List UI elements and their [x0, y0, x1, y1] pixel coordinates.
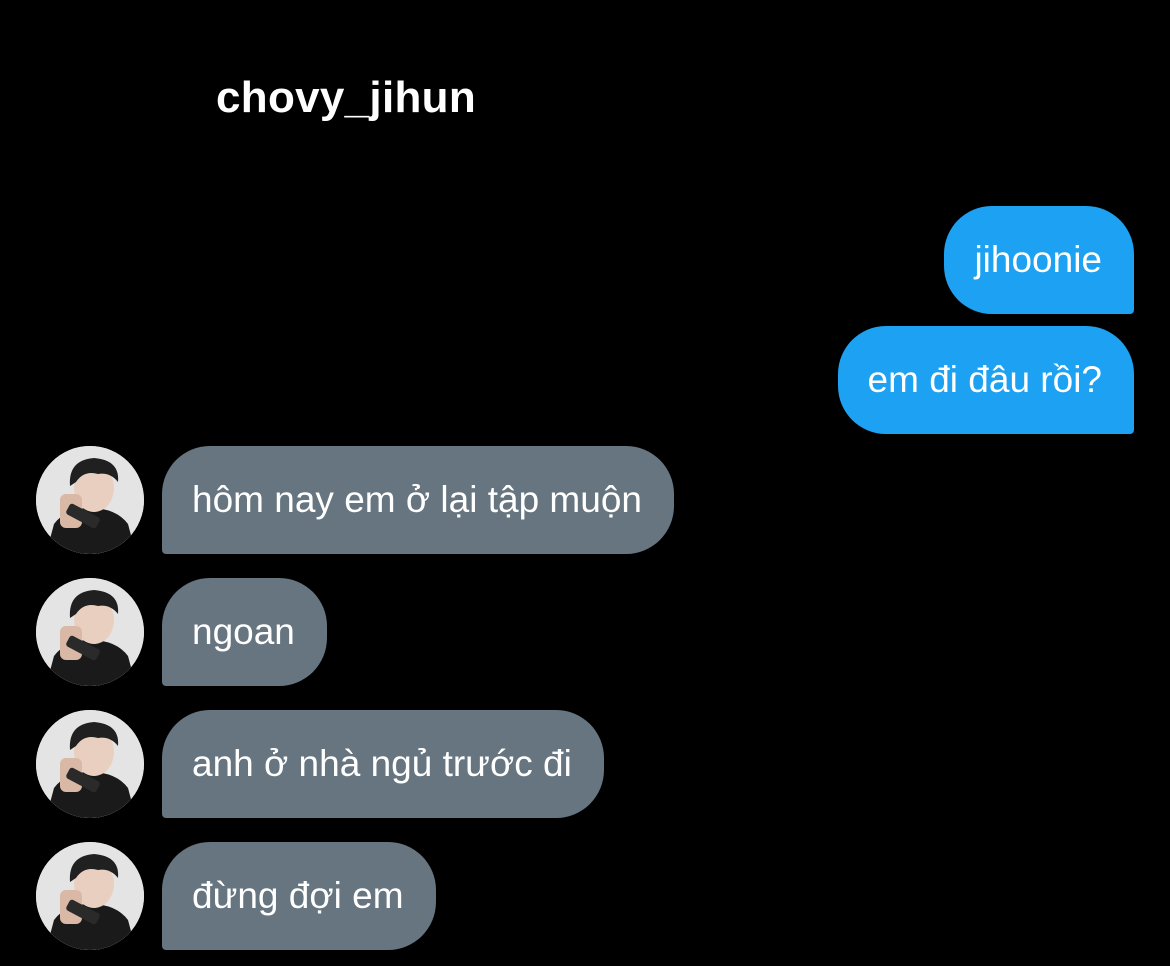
- message-bubble-incoming[interactable]: đừng đợi em: [162, 842, 436, 950]
- message-text: anh ở nhà ngủ trước đi: [192, 743, 572, 784]
- message-text: em đi đâu rồi?: [867, 359, 1102, 400]
- avatar[interactable]: [36, 842, 144, 950]
- avatar[interactable]: [36, 446, 144, 554]
- message-bubble-incoming[interactable]: anh ở nhà ngủ trước đi: [162, 710, 604, 818]
- user-avatar-icon: [36, 710, 144, 818]
- message-text: đừng đợi em: [192, 875, 404, 916]
- avatar[interactable]: [36, 578, 144, 686]
- message-text: jihoonie: [974, 239, 1102, 280]
- message-bubble-incoming[interactable]: ngoan: [162, 578, 327, 686]
- message-bubble-outgoing[interactable]: em đi đâu rồi?: [837, 326, 1134, 434]
- user-avatar-icon: [36, 446, 144, 554]
- message-text: hôm nay em ở lại tập muộn: [192, 479, 642, 520]
- avatar[interactable]: [36, 710, 144, 818]
- conversation-title[interactable]: chovy_jihun: [216, 70, 476, 126]
- message-bubble-incoming[interactable]: hôm nay em ở lại tập muộn: [162, 446, 674, 554]
- user-avatar-icon: [36, 842, 144, 950]
- message-bubble-outgoing[interactable]: jihoonie: [944, 206, 1134, 314]
- user-avatar-icon: [36, 578, 144, 686]
- message-text: ngoan: [192, 611, 295, 652]
